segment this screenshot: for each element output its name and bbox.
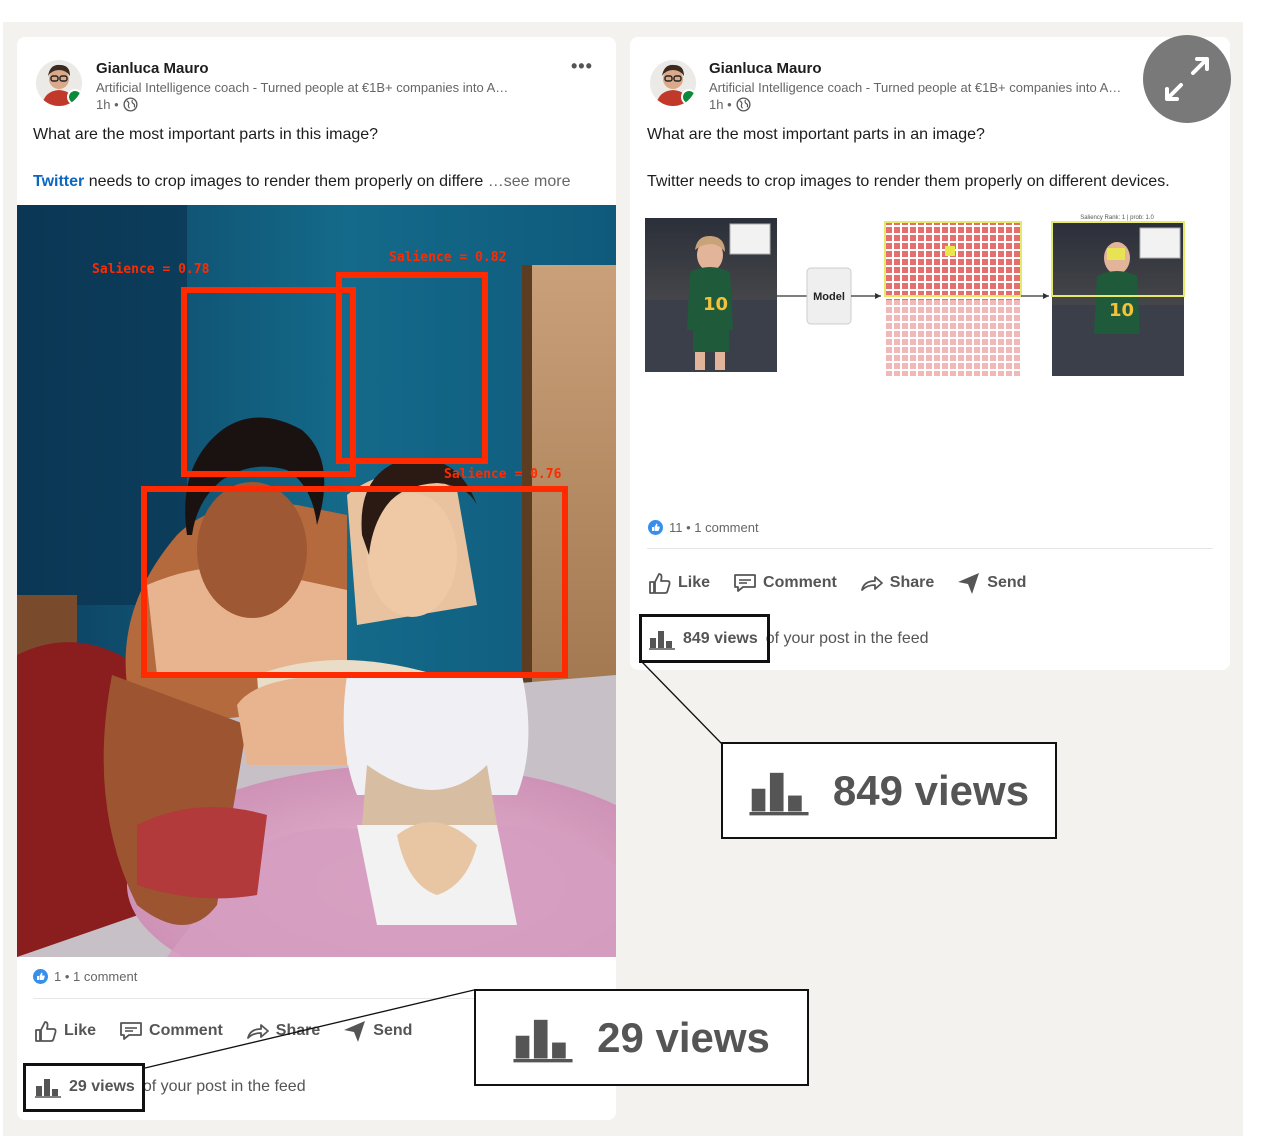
right-views-callout: 849 views xyxy=(721,742,1057,839)
analytics-icon xyxy=(749,772,809,815)
left-callout-text: 29 views xyxy=(597,1013,770,1061)
left-views-callout: 29 views xyxy=(474,989,809,1086)
analytics-icon xyxy=(513,1019,573,1062)
right-callout-text: 849 views xyxy=(832,766,1030,814)
callout-connectors xyxy=(144,661,723,1069)
